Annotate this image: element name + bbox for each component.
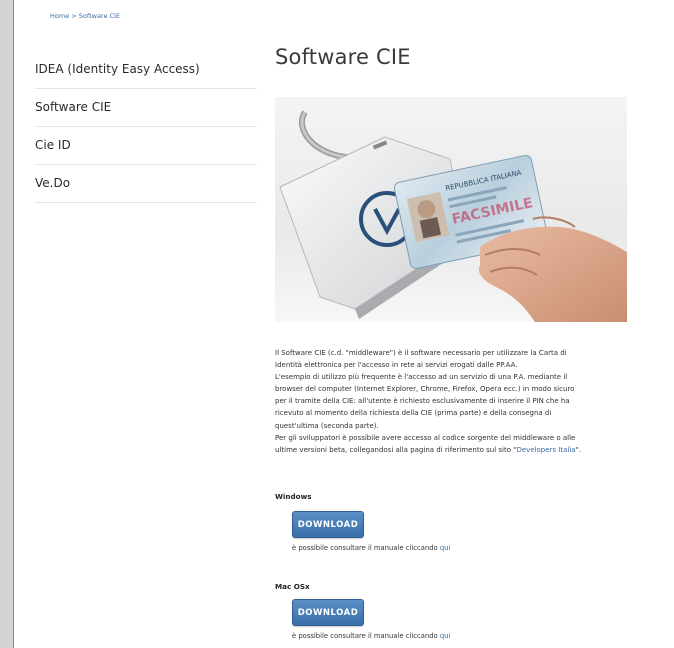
breadcrumb-current: Software CIE bbox=[78, 12, 121, 20]
description-line: L'esempio di utilizzo più frequente è l'… bbox=[275, 373, 568, 382]
description-text: ". bbox=[575, 445, 582, 454]
windows-manual-note: è possibile consultare il manuale clicca… bbox=[292, 544, 450, 552]
mac-manual-link[interactable]: qui bbox=[440, 632, 451, 640]
description-line: Identità elettronica per l'accesso in re… bbox=[275, 361, 518, 370]
windows-label: Windows bbox=[275, 492, 312, 501]
sidebar-item-vedo[interactable]: Ve.Do bbox=[35, 165, 257, 203]
main-content: Software CIE REPUBBLICA ITALIANA FACSIMI… bbox=[275, 45, 635, 640]
breadcrumb-separator: > bbox=[69, 12, 79, 20]
sidebar-item-cie-id[interactable]: Cie ID bbox=[35, 127, 257, 165]
manual-text: è possibile consultare il manuale clicca… bbox=[292, 544, 440, 552]
description-line: Per gli sviluppatori è possibile avere a… bbox=[275, 433, 576, 442]
mac-manual-note: è possibile consultare il manuale clicca… bbox=[292, 632, 450, 640]
windows-download-button[interactable]: DOWNLOAD bbox=[292, 511, 364, 538]
page-title: Software CIE bbox=[275, 45, 411, 69]
developers-italia-link[interactable]: Developers Italia bbox=[516, 446, 575, 454]
manual-text: è possibile consultare il manuale clicca… bbox=[292, 632, 440, 640]
page-frame: Home > Software CIE IDEA (Identity Easy … bbox=[13, 0, 674, 648]
description-line: browser del computer (Internet Explorer,… bbox=[275, 385, 575, 394]
sidebar-item-idea[interactable]: IDEA (Identity Easy Access) bbox=[35, 51, 257, 89]
description-line: ultime versioni beta, collegandosi alla … bbox=[275, 444, 640, 456]
sidebar-nav: IDEA (Identity Easy Access) Software CIE… bbox=[35, 51, 257, 203]
card-reader-illustration: REPUBBLICA ITALIANA FACSIMILE bbox=[279, 110, 627, 322]
description-line: per il tramite della CIE: all'utente è r… bbox=[275, 397, 570, 406]
description-line: Il Software CIE (c.d. "middleware") è il… bbox=[275, 349, 567, 357]
description-line: quest'ultima (seconda parte). bbox=[275, 421, 379, 430]
mac-label: Mac OSx bbox=[275, 582, 310, 591]
breadcrumb: Home > Software CIE bbox=[50, 12, 120, 20]
sidebar-item-software-cie[interactable]: Software CIE bbox=[35, 89, 257, 127]
description-text: ultime versioni beta, collegandosi alla … bbox=[275, 445, 517, 454]
breadcrumb-home-link[interactable]: Home bbox=[50, 12, 69, 20]
mac-download-button[interactable]: DOWNLOAD bbox=[292, 599, 364, 626]
hero-image-card-reader: REPUBBLICA ITALIANA FACSIMILE bbox=[275, 97, 627, 322]
description-line: ricevuto al momento della richiesta dell… bbox=[275, 409, 552, 418]
description-paragraph: Il Software CIE (c.d. "middleware") è il… bbox=[275, 347, 640, 456]
windows-manual-link[interactable]: qui bbox=[440, 544, 451, 552]
